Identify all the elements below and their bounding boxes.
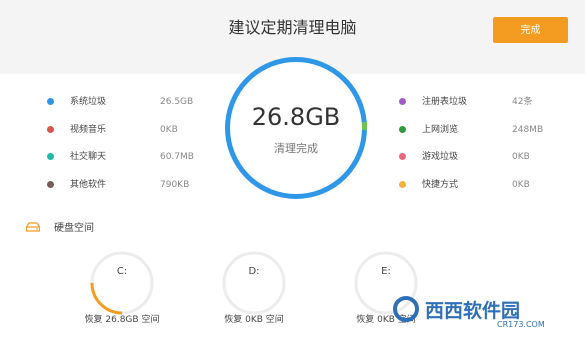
drive-recover-text: 恢复 26.8GB 空间	[84, 315, 160, 325]
total-cleaned-size: 26.8GB	[251, 103, 341, 131]
category-social-chat: 社交聊天 60.7MB	[47, 149, 217, 165]
category-web-browsing: 上网浏览 248MB	[399, 122, 569, 138]
category-video-music: 视频音乐 0KB	[47, 122, 217, 138]
category-label: 其他软件	[70, 180, 107, 190]
category-size: 248MB	[512, 125, 544, 135]
category-dot-icon	[399, 98, 406, 105]
category-label: 系统垃圾	[70, 97, 107, 107]
category-size: 790KB	[160, 180, 190, 190]
watermark-brand: 西西软件园	[425, 300, 521, 322]
category-system-junk: 系统垃圾 26.5GB	[47, 94, 217, 110]
category-dot-icon	[399, 153, 406, 160]
drive-usage-gauge	[222, 251, 286, 315]
drive-letter: C:	[116, 266, 128, 277]
drive-d: D: 恢复 0KB 空间	[179, 249, 329, 329]
done-button[interactable]: 完成	[493, 17, 568, 43]
category-game-junk: 游戏垃圾 0KB	[399, 149, 569, 165]
category-dot-icon	[399, 126, 406, 133]
drive-letter: E:	[381, 266, 391, 277]
site-watermark: 西西软件园 CR173.COM	[389, 290, 559, 336]
hard-drive-icon	[26, 222, 40, 232]
category-dot-icon	[47, 153, 54, 160]
category-label: 快捷方式	[422, 180, 459, 190]
cleanup-status: 清理完成	[274, 142, 318, 155]
category-registry-junk: 注册表垃圾 42条	[399, 94, 569, 110]
drive-recover-text: 恢复 0KB 空间	[224, 315, 284, 325]
drive-c: C: 恢复 26.8GB 空间	[47, 249, 197, 329]
category-label: 游戏垃圾	[422, 152, 459, 162]
category-label: 社交聊天	[70, 152, 107, 162]
category-size: 26.5GB	[160, 97, 194, 107]
category-size: 0KB	[160, 125, 178, 135]
watermark-url: CR173.COM	[497, 320, 545, 329]
category-dot-icon	[47, 98, 54, 105]
watermark-logo-icon	[393, 296, 419, 322]
category-other-software: 其他软件 790KB	[47, 177, 217, 193]
category-size: 0KB	[512, 152, 530, 162]
drive-usage-gauge	[90, 251, 154, 315]
drive-letter: D:	[248, 266, 260, 277]
category-size: 42条	[512, 97, 533, 107]
category-dot-icon	[47, 126, 54, 133]
disk-space-title: 硬盘空间	[54, 223, 94, 234]
category-label: 上网浏览	[422, 125, 459, 135]
category-shortcuts: 快捷方式 0KB	[399, 177, 569, 193]
category-label: 注册表垃圾	[422, 97, 468, 107]
category-size: 60.7MB	[160, 152, 194, 162]
category-size: 0KB	[512, 180, 530, 190]
category-label: 视频音乐	[70, 125, 107, 135]
category-dot-icon	[47, 181, 54, 188]
category-dot-icon	[399, 181, 406, 188]
